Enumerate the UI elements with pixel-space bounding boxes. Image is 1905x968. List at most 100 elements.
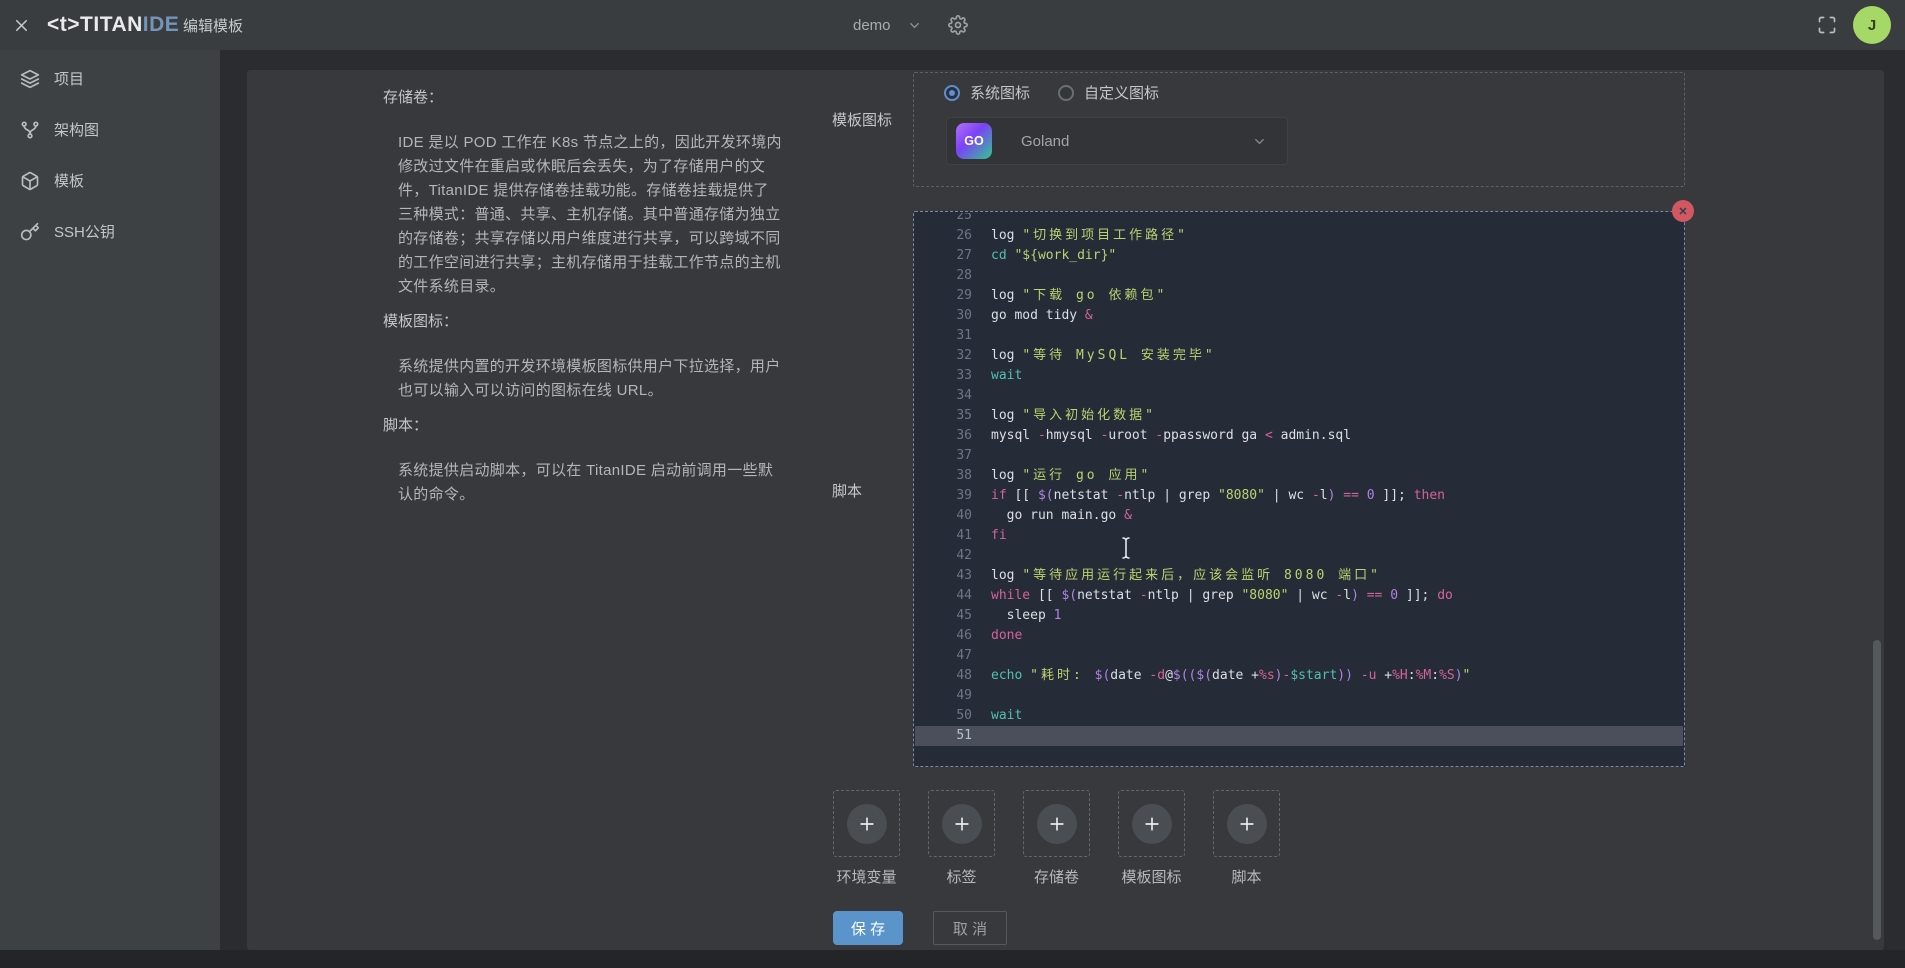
code-text: echo "耗时: $(date -d@$(($(date +%s)-$star… [991,666,1470,686]
project-select[interactable]: demo [853,0,922,50]
add-volume-button[interactable]: 存储卷 [1023,790,1090,887]
plus-icon[interactable] [1227,804,1267,844]
close-button[interactable] [12,16,31,35]
dashed-square[interactable] [1213,790,1280,857]
dashed-square[interactable] [1023,790,1090,857]
plus-icon[interactable] [942,804,982,844]
code-line-41: 41fi [915,526,1683,546]
line-number: 35 [915,406,972,426]
dashed-square[interactable] [833,790,900,857]
chevron-down-icon [1252,134,1267,149]
code-text: if [[ $(netstat -ntlp | grep "8080" | wc… [991,486,1445,506]
code-text: log "运行 go 应用" [991,466,1151,486]
help-section-body: IDE 是以 POD 工作在 K8s 节点之上的，因此开发环境内修改过文件在重启… [398,131,783,299]
line-number: 27 [915,246,972,266]
sidebar-item-label: 模板 [54,170,84,191]
code-line-47: 47 [915,646,1683,666]
add-script-button[interactable]: 脚本 [1213,790,1280,887]
radio-dot[interactable] [944,85,960,101]
radio-custom-icon[interactable]: 自定义图标 [1058,82,1159,103]
plus-icon[interactable] [1132,804,1172,844]
code-line-39: 39if [[ $(netstat -ntlp | grep "8080" | … [915,486,1683,506]
sidebar-item-templates[interactable]: 模板 [0,155,220,206]
layers-icon [20,69,40,89]
code-line-28: 28 [915,266,1683,286]
help-section-body: 系统提供内置的开发环境模板图标供用户下拉选择，用户也可以输入可以访问的图标在线 … [398,355,783,403]
code-text: log "等待 MySQL 安装完毕" [991,346,1216,366]
add-button-label: 标签 [928,866,995,887]
template-icon-select[interactable]: GO Goland [946,117,1288,165]
settings-button[interactable] [948,15,968,35]
line-number: 45 [915,606,972,626]
key-icon [20,222,40,242]
radio-system-icon[interactable]: 系统图标 [944,82,1030,103]
code-text: log "下载 go 依赖包" [991,286,1167,306]
line-number: 42 [915,546,972,566]
code-text: log "导入初始化数据" [991,406,1156,426]
line-number: 25 [915,213,972,226]
add-button-label: 存储卷 [1023,866,1090,887]
save-button[interactable]: 保 存 [833,911,903,945]
sidebar-item-projects[interactable]: 项目 [0,53,220,104]
plus-icon[interactable] [1037,804,1077,844]
code-line-30: 30go mod tidy & [915,306,1683,326]
script-field-label: 脚本 [832,480,862,501]
code-line-48: 48echo "耗时: $(date -d@$(($(date +%s)-$st… [915,666,1683,686]
code-text: log "等待应用运行起来后，应该会监听 8080 端口" [991,566,1381,586]
logo-bracket-t: <t> [47,13,80,37]
add-env-var-button[interactable]: 环境变量 [833,790,900,887]
line-number: 51 [915,726,972,746]
radio-label: 系统图标 [970,82,1030,103]
line-number: 34 [915,386,972,406]
code-line-51: 51 [915,726,1683,746]
template-icon-select-value: Goland [1021,133,1069,150]
gear-icon [948,15,968,35]
line-number: 50 [915,706,972,726]
line-number: 38 [915,466,972,486]
help-section-heading: 存储卷： [383,86,783,110]
script-editor[interactable]: 2526log "切换到项目工作路径"27cd "${work_dir}"282… [913,211,1685,767]
add-button-label: 环境变量 [833,866,900,887]
help-panel: 存储卷： IDE 是以 POD 工作在 K8s 节点之上的，因此开发环境内修改过文… [383,86,783,518]
plus-icon[interactable] [847,804,887,844]
radio-label: 自定义图标 [1084,82,1159,103]
logo-titan: TITAN [80,13,143,37]
code-text: go mod tidy & [991,306,1093,326]
close-icon [12,16,31,35]
dashed-square[interactable] [928,790,995,857]
remove-script-badge[interactable]: ✕ [1672,200,1694,222]
script-editor-viewport[interactable]: 2526log "切换到项目工作路径"27cd "${work_dir}"282… [915,213,1683,765]
code-lines: 2526log "切换到项目工作路径"27cd "${work_dir}"282… [915,213,1683,746]
add-buttons-row: 环境变量 标签 存储卷 模板图标脚本 [833,790,1280,887]
code-text: done [991,626,1022,646]
add-tag-button[interactable]: 标签 [928,790,995,887]
logo-ide: IDE [143,13,180,37]
sidebar-item-ssh-keys[interactable]: SSH公钥 [0,206,220,257]
cancel-button[interactable]: 取 消 [933,911,1007,945]
code-line-49: 49 [915,686,1683,706]
app-root: <t>TITANIDE 编辑模板 demo J 项目架构图模板 SSH公钥 存储卷… [0,0,1905,968]
line-number: 28 [915,266,972,286]
user-avatar[interactable]: J [1853,6,1891,44]
code-line-33: 33wait [915,366,1683,386]
line-number: 41 [915,526,972,546]
fullscreen-button[interactable] [1817,15,1837,35]
dashed-square[interactable] [1118,790,1185,857]
top-bar: <t>TITANIDE 编辑模板 demo J [0,0,1905,50]
code-line-26: 26log "切换到项目工作路径" [915,226,1683,246]
code-line-29: 29log "下载 go 依赖包" [915,286,1683,306]
radio-dot[interactable] [1058,85,1074,101]
line-number: 36 [915,426,972,446]
code-text: while [[ $(netstat -ntlp | grep "8080" |… [991,586,1453,606]
add-template-icon-button[interactable]: 模板图标 [1118,790,1185,887]
sidebar-item-architecture[interactable]: 架构图 [0,104,220,155]
line-number: 47 [915,646,972,666]
page-scrollbar-thumb[interactable] [1873,640,1881,940]
line-number: 44 [915,586,972,606]
sidebar-item-label: 架构图 [54,119,99,140]
bottom-strip [0,950,1905,968]
template-icon-field-label: 模板图标 [832,109,892,130]
help-section-heading: 模板图标： [383,310,783,334]
page-title: 编辑模板 [183,0,243,50]
main-panel: 存储卷： IDE 是以 POD 工作在 K8s 节点之上的，因此开发环境内修改过文… [247,70,1884,950]
